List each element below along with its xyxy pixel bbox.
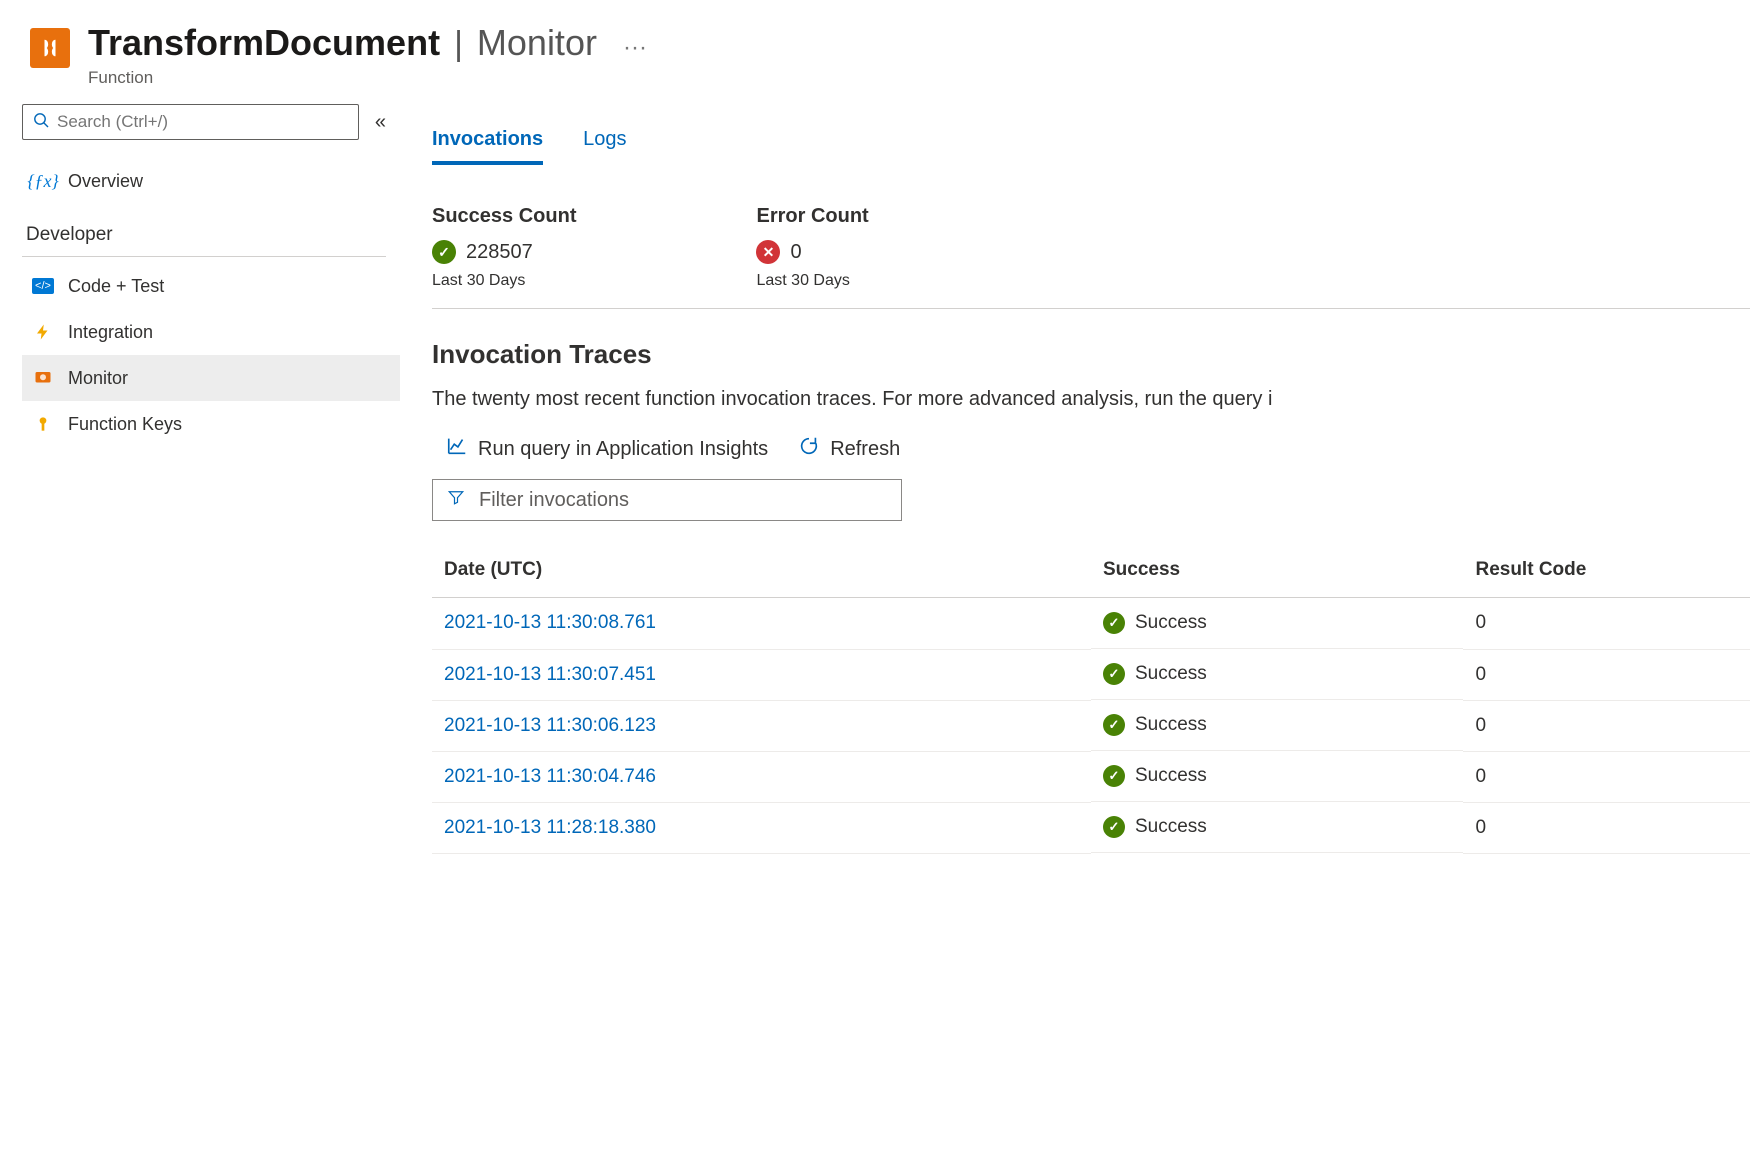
trace-date-link[interactable]: 2021-10-13 11:28:18.380 — [444, 817, 656, 838]
table-row: 2021-10-13 11:28:18.380 ✓Success0 — [432, 802, 1750, 853]
filter-icon — [447, 488, 465, 512]
sidebar-item-label: Monitor — [68, 368, 128, 389]
trace-date-cell: 2021-10-13 11:30:06.123 — [432, 700, 1091, 751]
sidebar: « {ƒx} Overview Developer </> Code + Tes… — [0, 98, 400, 1150]
success-check-icon: ✓ — [1103, 816, 1125, 838]
trace-date-cell: 2021-10-13 11:30:08.761 — [432, 598, 1091, 650]
main-content: Invocations Logs Success Count ✓ 228507 … — [400, 98, 1750, 1150]
tab-logs[interactable]: Logs — [583, 128, 626, 165]
success-check-icon: ✓ — [432, 240, 456, 264]
trace-success-cell: ✓Success — [1091, 751, 1463, 802]
invocation-traces-table: Date (UTC) Success Result Code 2021-10-1… — [432, 543, 1750, 854]
overview-icon: {ƒx} — [32, 170, 54, 192]
trace-date-cell: 2021-10-13 11:30:07.451 — [432, 649, 1091, 700]
run-query-button[interactable]: Run query in Application Insights — [446, 435, 768, 463]
column-header-date[interactable]: Date (UTC) — [432, 543, 1091, 598]
trace-date-cell: 2021-10-13 11:28:18.380 — [432, 802, 1091, 853]
success-check-icon: ✓ — [1103, 765, 1125, 787]
table-row: 2021-10-13 11:30:06.123 ✓Success0 — [432, 700, 1750, 751]
stat-error-period: Last 30 Days — [756, 272, 868, 290]
success-check-icon: ✓ — [1103, 612, 1125, 634]
monitor-icon — [32, 367, 54, 389]
sidebar-item-label: Code + Test — [68, 276, 164, 297]
filter-placeholder: Filter invocations — [479, 489, 629, 512]
bolt-icon — [32, 321, 54, 343]
trace-success-cell: ✓Success — [1091, 700, 1463, 751]
run-query-label: Run query in Application Insights — [478, 438, 768, 461]
search-input[interactable] — [57, 112, 348, 132]
sidebar-section-developer: Developer — [22, 204, 386, 257]
table-row: 2021-10-13 11:30:08.761 ✓Success0 — [432, 598, 1750, 650]
trace-result-cell: 0 — [1463, 751, 1750, 802]
stat-error: Error Count ✕ 0 Last 30 Days — [756, 205, 868, 290]
sidebar-item-code-test[interactable]: </> Code + Test — [22, 263, 400, 309]
code-icon: </> — [32, 275, 54, 297]
traces-description: The twenty most recent function invocati… — [432, 388, 1750, 411]
search-input-wrapper[interactable] — [22, 104, 359, 140]
refresh-button[interactable]: Refresh — [798, 435, 900, 463]
sidebar-item-label: Integration — [68, 322, 153, 343]
more-actions-icon[interactable]: ··· — [623, 34, 647, 62]
table-row: 2021-10-13 11:30:07.451 ✓Success0 — [432, 649, 1750, 700]
trace-success-cell: ✓Success — [1091, 802, 1463, 853]
sidebar-item-label: Overview — [68, 171, 143, 192]
trace-result-cell: 0 — [1463, 649, 1750, 700]
trace-date-link[interactable]: 2021-10-13 11:30:08.761 — [444, 612, 656, 633]
trace-date-cell: 2021-10-13 11:30:04.746 — [432, 751, 1091, 802]
column-header-result[interactable]: Result Code — [1463, 543, 1750, 598]
chart-icon — [446, 435, 468, 463]
column-header-success[interactable]: Success — [1091, 543, 1463, 598]
resource-type-label: Function — [88, 68, 647, 88]
stat-success-period: Last 30 Days — [432, 272, 576, 290]
trace-date-link[interactable]: 2021-10-13 11:30:04.746 — [444, 766, 656, 787]
sidebar-item-label: Function Keys — [68, 414, 182, 435]
stat-success: Success Count ✓ 228507 Last 30 Days — [432, 205, 576, 290]
trace-date-link[interactable]: 2021-10-13 11:30:07.451 — [444, 664, 656, 685]
traces-heading: Invocation Traces — [432, 339, 1750, 370]
success-check-icon: ✓ — [1103, 714, 1125, 736]
search-icon — [33, 112, 49, 133]
trace-result-cell: 0 — [1463, 802, 1750, 853]
trace-result-cell: 0 — [1463, 700, 1750, 751]
stat-error-value: 0 — [790, 241, 801, 264]
key-icon — [32, 413, 54, 435]
sidebar-item-monitor[interactable]: Monitor — [22, 355, 400, 401]
stat-error-title: Error Count — [756, 205, 868, 228]
trace-date-link[interactable]: 2021-10-13 11:30:06.123 — [444, 715, 656, 736]
stat-success-title: Success Count — [432, 205, 576, 228]
sidebar-item-function-keys[interactable]: Function Keys — [22, 401, 400, 447]
table-row: 2021-10-13 11:30:04.746 ✓Success0 — [432, 751, 1750, 802]
refresh-icon — [798, 435, 820, 463]
page-title: TransformDocument — [88, 22, 440, 64]
sidebar-item-integration[interactable]: Integration — [22, 309, 400, 355]
trace-result-cell: 0 — [1463, 598, 1750, 650]
title-separator: | — [454, 25, 463, 64]
trace-success-cell: ✓Success — [1091, 649, 1463, 700]
page-section: Monitor — [477, 22, 597, 64]
tab-invocations[interactable]: Invocations — [432, 128, 543, 165]
filter-invocations-input[interactable]: Filter invocations — [432, 479, 902, 521]
trace-success-cell: ✓Success — [1091, 598, 1463, 649]
error-x-icon: ✕ — [756, 240, 780, 264]
success-check-icon: ✓ — [1103, 663, 1125, 685]
stat-success-value: 228507 — [466, 241, 533, 264]
function-app-icon — [30, 28, 70, 68]
collapse-sidebar-icon[interactable]: « — [371, 107, 390, 138]
sidebar-item-overview[interactable]: {ƒx} Overview — [22, 158, 400, 204]
refresh-label: Refresh — [830, 438, 900, 461]
